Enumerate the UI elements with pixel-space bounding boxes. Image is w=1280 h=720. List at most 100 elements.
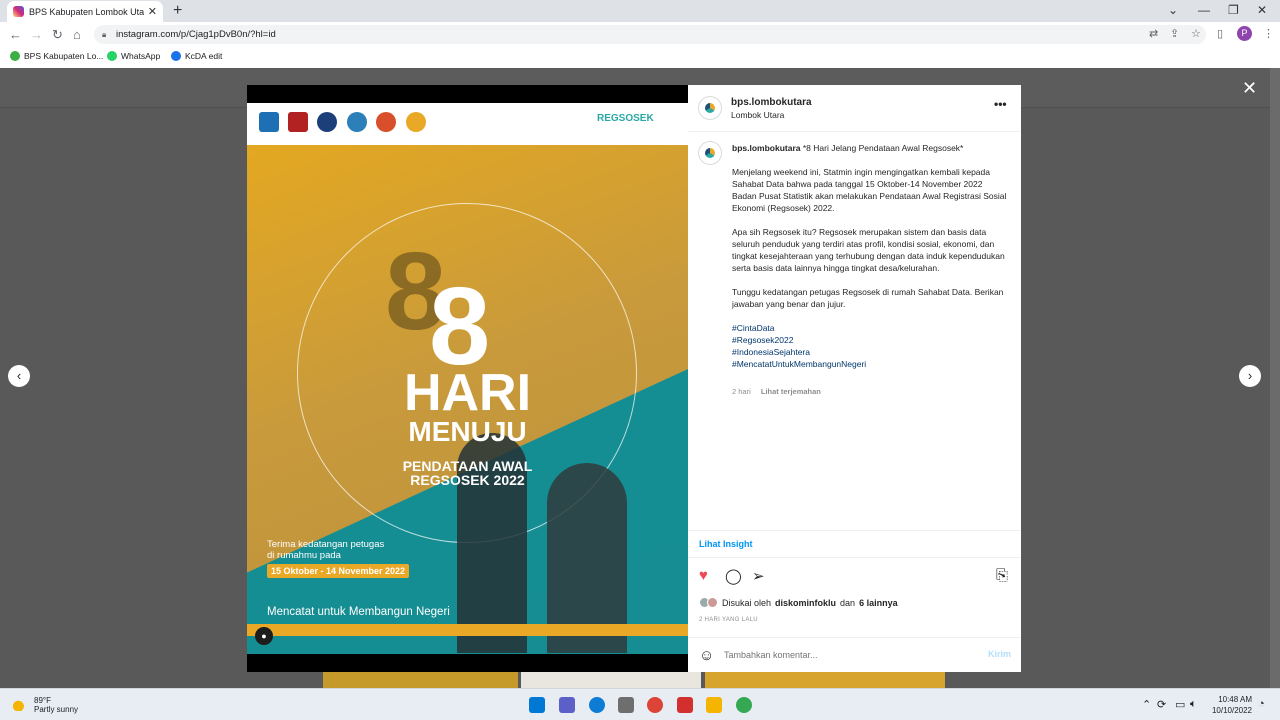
- post-details-pane: bps.lombokutara Lombok Utara ••• bps.lom…: [688, 85, 1021, 672]
- instagram-favicon-icon: [13, 6, 24, 17]
- whatsapp-icon: [107, 51, 117, 61]
- liked-user[interactable]: diskominfoklu: [775, 598, 836, 608]
- caption-meta: 2 hari Lihat terjemahan: [732, 387, 829, 396]
- send-comment-button[interactable]: Kirim: [988, 649, 1011, 659]
- weather-temp: 89°F: [34, 696, 51, 705]
- hashtag-link[interactable]: #Regsosek2022: [732, 334, 1007, 346]
- windows-taskbar: 89°F Partly sunny ⌃ ⟳ ▭ 🔈︎ 10:48 AM 10/1…: [0, 688, 1280, 720]
- browser-chrome: BPS Kabupaten Lombok Utara (@ ✕ + ⌄ — ❐ …: [0, 0, 1280, 68]
- bookmarks-bar: BPS Kabupaten Lo... WhatsApp KcDA edit: [0, 47, 1280, 67]
- start-icon[interactable]: [529, 697, 545, 713]
- terima-line: Terima kedatangan petugas: [267, 539, 385, 550]
- logo-strip: REGSOSEK: [247, 103, 688, 145]
- share-send-icon[interactable]: ➢: [752, 567, 765, 585]
- comment-icon[interactable]: ◯: [725, 567, 742, 585]
- bps-logo-icon: [406, 112, 426, 132]
- close-tab-icon[interactable]: ✕: [148, 5, 157, 18]
- weather-desc: Partly sunny: [34, 705, 79, 714]
- next-post-button[interactable]: ›: [1239, 365, 1261, 387]
- tab-bar: BPS Kabupaten Lombok Utara (@ ✕ + ⌄ — ❐ …: [0, 0, 1280, 22]
- like-heart-icon[interactable]: ♥: [699, 567, 708, 584]
- poster-tagline: Mencatat untuk Membangun Negeri: [267, 606, 450, 618]
- tagged-user-icon[interactable]: ●: [255, 627, 273, 645]
- chrome-profile-icon[interactable]: [736, 697, 752, 713]
- tray-overflow-icon[interactable]: ⌃: [1142, 698, 1151, 711]
- restore-icon[interactable]: ❐: [1228, 3, 1239, 17]
- bookmark-whatsapp[interactable]: WhatsApp: [107, 51, 160, 61]
- network-icon[interactable]: ▭: [1175, 698, 1185, 711]
- hashtag-link[interactable]: #CintaData: [732, 322, 1007, 334]
- notification-icon[interactable]: ◔: [1258, 698, 1265, 710]
- close-window-icon[interactable]: ✕: [1257, 3, 1267, 17]
- bookmark-label: BPS Kabupaten Lo...: [24, 51, 104, 61]
- system-clock[interactable]: 10:48 AM 10/10/2022: [1204, 694, 1252, 716]
- post-time-ago: 2 HARI YANG LALU: [699, 617, 758, 623]
- post-modal: REGSOSEK 8 8 HARI MENUJU PENDATAAN AWAL …: [247, 85, 1021, 672]
- divider: [688, 131, 1021, 132]
- file-explorer-icon[interactable]: [706, 697, 722, 713]
- liker-avatar: [707, 597, 718, 608]
- caption-title: *8 Hari Jelang Pendataan Awal Regsosek*: [802, 143, 964, 153]
- liked-prefix: Disukai oleh: [722, 597, 772, 608]
- caption-username[interactable]: bps.lombokutara: [732, 143, 800, 153]
- emoji-icon[interactable]: ☺: [699, 647, 714, 664]
- gold-band: [247, 624, 688, 636]
- profile-avatar[interactable]: P: [1237, 26, 1252, 41]
- hashtag-link[interactable]: #MencatatUntukMembangunNegeri: [732, 358, 1007, 370]
- more-options-icon[interactable]: •••: [994, 97, 1007, 111]
- post-image-pane: REGSOSEK 8 8 HARI MENUJU PENDATAAN AWAL …: [247, 85, 688, 672]
- translate-icon[interactable]: ⇄: [1149, 27, 1158, 40]
- comment-box: ☺ Kirim: [688, 638, 1021, 672]
- sync-icon[interactable]: ⟳: [1157, 698, 1166, 711]
- bookmark-label: WhatsApp: [121, 51, 161, 61]
- caption-time: 2 hari: [732, 387, 751, 396]
- previous-post-button[interactable]: ‹: [8, 365, 30, 387]
- poster-hari: HARI: [403, 364, 532, 422]
- hashtag-link[interactable]: #IndonesiaSejahtera: [732, 346, 1007, 358]
- forward-icon[interactable]: →: [30, 27, 43, 42]
- caption-paragraph: Apa sih Regsosek itu? Regsosek merupakan…: [732, 227, 1005, 273]
- author-username[interactable]: bps.lombokutara: [731, 97, 812, 108]
- kemenkeu-logo-icon: [317, 112, 337, 132]
- browser-tab[interactable]: BPS Kabupaten Lombok Utara (@ ✕: [7, 1, 163, 22]
- liked-others[interactable]: 6 lainnya: [859, 598, 898, 608]
- clock-time: 10:48 AM: [1218, 695, 1252, 704]
- caption-paragraph: Tunggu kedatangan petugas Regsosek di ru…: [732, 287, 1004, 309]
- post-location[interactable]: Lombok Utara: [731, 110, 784, 120]
- bookmark-star-icon[interactable]: ☆: [1191, 27, 1201, 40]
- back-icon[interactable]: ←: [9, 27, 22, 42]
- scrollbar[interactable]: [1270, 68, 1280, 688]
- teams-icon[interactable]: [559, 697, 575, 713]
- edge-icon[interactable]: [589, 697, 605, 713]
- comment-input[interactable]: [724, 650, 974, 660]
- insight-link[interactable]: Lihat Insight: [699, 539, 753, 549]
- regsosek-brand: REGSOSEK: [597, 113, 654, 124]
- kemensos-logo-icon: [376, 112, 396, 132]
- minimize-icon[interactable]: —: [1198, 3, 1210, 17]
- share-icon[interactable]: ⇪: [1170, 27, 1179, 40]
- chrome-icon[interactable]: [647, 697, 663, 713]
- wps-icon[interactable]: [677, 697, 693, 713]
- weather-widget[interactable]: 89°F Partly sunny: [12, 696, 78, 714]
- app-icon[interactable]: [618, 697, 634, 713]
- side-panel-icon[interactable]: ▯: [1217, 27, 1223, 40]
- menu-icon[interactable]: ⋮: [1263, 27, 1274, 40]
- save-bookmark-icon[interactable]: ⎘: [996, 567, 1008, 584]
- poster-regsosek-year: REGSOSEK 2022: [410, 472, 525, 488]
- volume-icon[interactable]: 🔈︎: [1190, 698, 1197, 711]
- close-modal-icon[interactable]: ✕: [1242, 78, 1257, 99]
- caption-avatar[interactable]: [698, 141, 722, 165]
- url-text: instagram.com/p/Cjag1pDvB0n/?hl=id: [116, 29, 276, 40]
- tab-search-icon[interactable]: ⌄: [1168, 3, 1178, 17]
- reload-icon[interactable]: ↻: [52, 27, 63, 43]
- translate-link[interactable]: Lihat terjemahan: [761, 387, 821, 396]
- bps-favicon-icon: [10, 51, 20, 61]
- bappenas-logo-icon: [259, 112, 279, 132]
- new-tab-icon[interactable]: +: [173, 2, 182, 20]
- home-icon[interactable]: ⌂: [73, 27, 81, 42]
- address-bar[interactable]: 🔒︎ instagram.com/p/Cjag1pDvB0n/?hl=id: [94, 25, 1206, 44]
- bookmark-kcda[interactable]: KcDA edit: [171, 51, 222, 61]
- bookmark-label: KcDA edit: [185, 51, 223, 61]
- author-avatar[interactable]: [698, 96, 722, 120]
- bookmark-bps[interactable]: BPS Kabupaten Lo...: [10, 51, 103, 61]
